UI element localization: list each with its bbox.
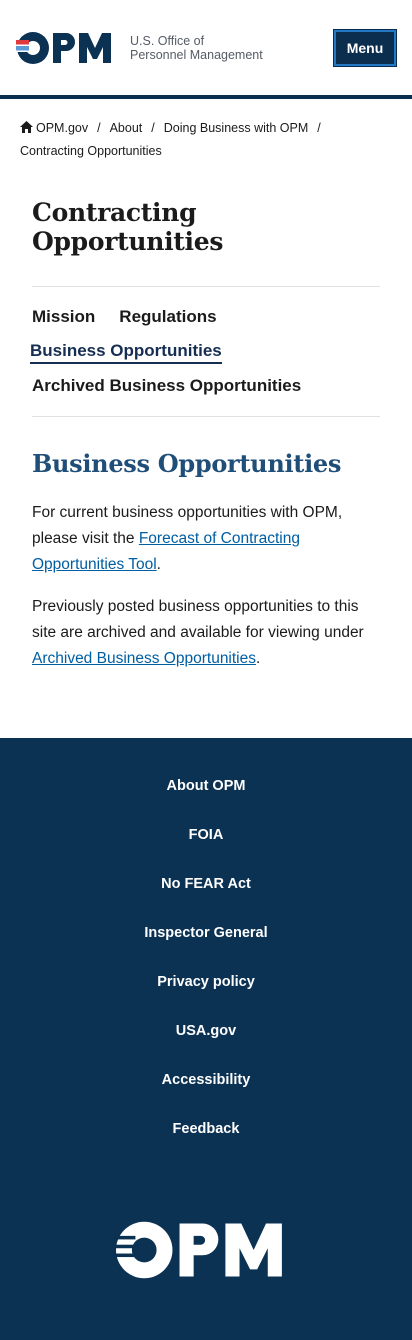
breadcrumb-separator: / [317, 121, 321, 135]
archive-text: Previously posted business opportunities… [32, 598, 364, 641]
home-icon [20, 118, 33, 140]
agency-line2: Personnel Management [130, 47, 263, 62]
footer-nav: About OPM FOIA No FEAR Act Inspector Gen… [0, 776, 412, 1168]
site-header: U.S. Office of Personnel Management Menu [0, 0, 412, 99]
breadcrumb-home[interactable]: OPM.gov [20, 121, 88, 135]
menu-button[interactable]: Menu [333, 28, 397, 67]
section-subnav: Mission Regulations Business Opportuniti… [30, 287, 380, 416]
footer-link-usa-gov[interactable]: USA.gov [0, 1021, 412, 1070]
subnav-mission[interactable]: Mission [32, 307, 95, 327]
footer-opm-logo[interactable] [0, 1220, 412, 1280]
intro-end: . [156, 556, 161, 573]
footer-link-inspector-general[interactable]: Inspector General [0, 923, 412, 972]
subnav-regulations[interactable]: Regulations [119, 307, 216, 327]
agency-line1: U.S. Office of [130, 33, 205, 48]
section-title: Business Opportunities [32, 449, 342, 478]
breadcrumb-separator: / [97, 121, 101, 135]
intro-paragraph: For current business opportunities with … [32, 500, 380, 578]
footer-link-feedback[interactable]: Feedback [0, 1119, 412, 1168]
breadcrumb: OPM.gov / About / Doing Business with OPM / C… [0, 99, 412, 162]
footer-link-about-opm[interactable]: About OPM [0, 776, 412, 825]
archive-end: . [256, 650, 261, 667]
subnav-archived-business-opportunities[interactable]: Archived Business Opportunities [32, 376, 301, 395]
breadcrumb-home-label: OPM.gov [36, 121, 89, 135]
footer-opm-logo-icon [114, 1221, 282, 1279]
breadcrumb-current: Contracting Opportunities [20, 144, 162, 158]
footer-link-no-fear-act[interactable]: No FEAR Act [0, 874, 412, 923]
opm-logo-icon [16, 31, 120, 65]
breadcrumb-separator: / [151, 121, 155, 135]
main-content: Contracting Opportunities Mission Regula… [0, 198, 412, 672]
agency-name: U.S. Office of Personnel Management [130, 34, 263, 62]
archive-paragraph: Previously posted business opportunities… [32, 594, 380, 672]
divider [32, 416, 380, 417]
footer-link-accessibility[interactable]: Accessibility [0, 1070, 412, 1119]
footer-link-privacy-policy[interactable]: Privacy policy [0, 972, 412, 1021]
opm-logo-link[interactable]: U.S. Office of Personnel Management [16, 31, 263, 65]
site-footer: About OPM FOIA No FEAR Act Inspector Gen… [0, 738, 412, 1340]
breadcrumb-doing-business[interactable]: Doing Business with OPM [164, 121, 309, 135]
page-title: Contracting Opportunities [32, 198, 224, 256]
subnav-business-opportunities[interactable]: Business Opportunities [30, 341, 222, 364]
breadcrumb-about[interactable]: About [110, 121, 143, 135]
archived-opportunities-link[interactable]: Archived Business Opportunities [32, 650, 256, 667]
footer-link-foia[interactable]: FOIA [0, 825, 412, 874]
